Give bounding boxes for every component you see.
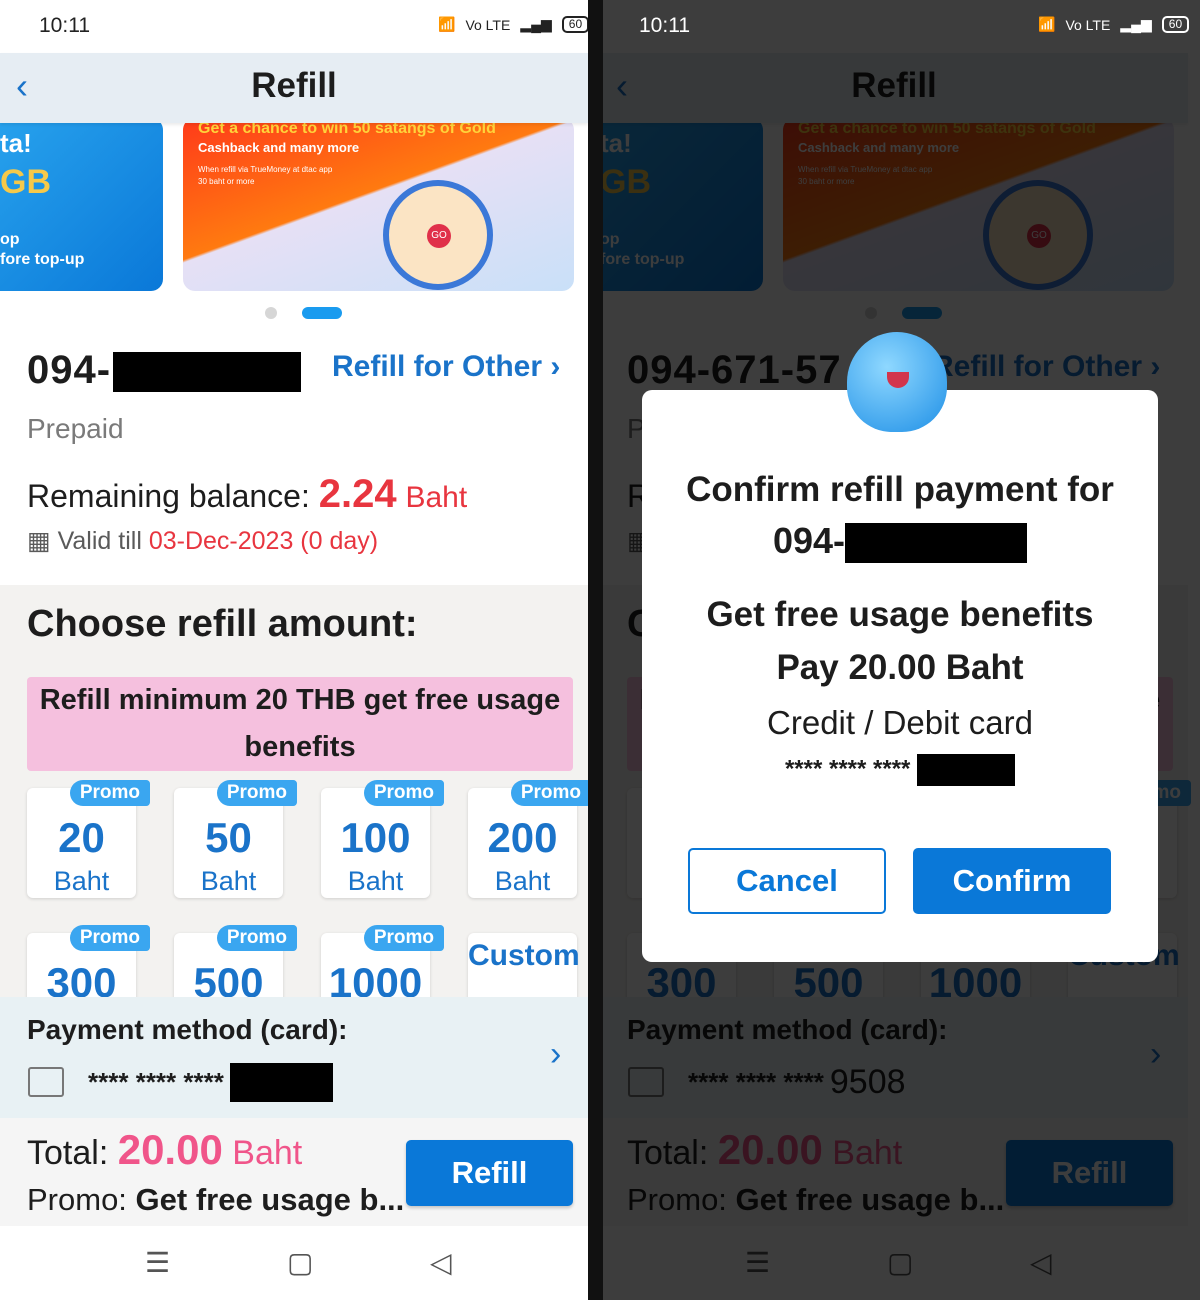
plan-type: Prepaid (27, 413, 124, 444)
tile-amount: 50 (205, 814, 252, 861)
promo-badge: Promo (69, 780, 150, 806)
clock: 10:11 (39, 14, 90, 37)
tile-amount: 100 (340, 814, 411, 861)
promo-badge: Promo (510, 780, 591, 806)
promo-info-banner: Refill minimum 20 THB get free usage ben… (27, 677, 573, 771)
tile-unit: Baht (200, 866, 257, 896)
clock: 10:11 (639, 14, 690, 37)
banner-subtitle: Cashback and many more (198, 140, 360, 155)
refill-amount-tile[interactable]: Promo 20 Baht (27, 780, 150, 898)
total-amount: Total: 20.00 Baht (27, 1126, 303, 1173)
banner-text: GB (0, 163, 51, 201)
tile-amount: 200 (487, 814, 558, 861)
signal-icon: ▂▄▆ (1120, 16, 1152, 32)
dialog-method: Credit / Debit card (767, 704, 1033, 741)
confirm-screen: 10:11 📶 Vo LTE ▂▄▆ 60 ‹ Refill ta! GB op… (600, 0, 1200, 1300)
tile-unit: Baht (494, 866, 551, 896)
refill-for-other-link[interactable]: Refill for Other › (332, 350, 560, 384)
volte-icon: Vo LTE (1065, 16, 1111, 33)
remaining-balance: Remaining balance: 2.24 Baht (27, 472, 468, 516)
credit-card-icon (28, 1067, 64, 1097)
refill-amount-tile[interactable]: Promo 50 Baht (174, 780, 297, 898)
app-header: ‹ Refill (0, 53, 588, 123)
dialog-title: Confirm refill payment for (686, 470, 1114, 509)
banner-text: ta! (0, 128, 32, 158)
promo-badge: Promo (216, 925, 297, 951)
battery-icon: 60 (1161, 16, 1190, 33)
wifi-icon: 📶 (1038, 16, 1056, 32)
dialog-card: **** **** **** (642, 754, 1158, 786)
promo-summary: Promo: Get free usage b... (27, 1182, 405, 1217)
payment-title: Payment method (card): (27, 1014, 348, 1045)
tile-unit: Baht (347, 866, 404, 896)
card-number: **** **** **** (88, 1063, 333, 1102)
page-title: Refill (251, 66, 337, 105)
refill-button[interactable]: Refill (406, 1140, 573, 1206)
banner-text: opfore top-up (0, 231, 85, 268)
promo-badge: Promo (216, 780, 297, 806)
refill-amount-tile[interactable]: Promo 200 Baht (468, 780, 591, 898)
screenshot-divider (588, 0, 603, 1300)
carousel-indicator (265, 307, 342, 319)
phone-number-text: 094- (27, 348, 112, 392)
section-title: Choose refill amount: (27, 603, 418, 645)
wifi-icon: 📶 (438, 16, 456, 32)
menu-icon[interactable]: ☰ (145, 1246, 170, 1279)
refill-amount-section: Choose refill amount: Refill minimum 20 … (0, 585, 591, 1043)
mascot-image (847, 332, 947, 432)
dialog-amount: Pay 20.00 Baht (776, 648, 1024, 687)
home-icon[interactable]: ▢ (287, 1246, 313, 1279)
refill-screen: 10:11 📶 Vo LTE ▂▄▆ 60 ‹ Refill ta! GB op… (0, 0, 600, 1300)
validity: ▦ Valid till 03-Dec-2023 (0 day) (27, 527, 379, 555)
volte-icon: Vo LTE (465, 16, 511, 33)
checkout-bar: Total: 20.00 Baht Promo: Get free usage … (0, 1118, 588, 1226)
battery-icon: 60 (561, 16, 590, 33)
chevron-right-icon[interactable]: › (550, 1035, 561, 1074)
refill-amount-tile[interactable]: Promo 100 Baht (321, 780, 444, 898)
promo-badge: Promo (363, 925, 444, 951)
status-bar: 10:11 📶 Vo LTE ▂▄▆ 60 (600, 0, 1200, 53)
banner-small-text: When refill via TrueMoney at dtac app 30… (198, 165, 333, 186)
system-nav-bar: ☰ ▢ ◁ (0, 1226, 600, 1300)
dialog-phone: 094- (642, 520, 1158, 564)
redaction (917, 754, 1016, 786)
dialog-benefit: Get free usage benefits (706, 595, 1094, 634)
confirm-dialog: Confirm refill payment for 094- Get free… (642, 332, 1158, 962)
payment-method[interactable]: Payment method (card): **** **** **** › (0, 997, 588, 1118)
phone-number: 094- (27, 348, 302, 393)
status-bar: 10:11 📶 Vo LTE ▂▄▆ 60 (0, 0, 600, 53)
tile-amount: 20 (58, 814, 105, 861)
carousel-dot-active[interactable] (302, 307, 342, 319)
signal-icon: ▂▄▆ (520, 16, 552, 32)
prize-wheel-image (383, 180, 493, 290)
redaction (113, 352, 302, 393)
carousel-dot[interactable] (265, 307, 277, 319)
calendar-icon: ▦ (27, 527, 58, 555)
promo-banner-data[interactable]: ta! GB opfore top-up (0, 118, 163, 291)
tile-unit: Baht (53, 866, 110, 896)
redaction (229, 1063, 333, 1102)
back-nav-icon[interactable]: ◁ (430, 1246, 452, 1279)
cancel-button[interactable]: Cancel (688, 848, 886, 914)
promo-badge: Promo (69, 925, 150, 951)
redaction (845, 523, 1028, 564)
promo-badge: Promo (363, 780, 444, 806)
confirm-button[interactable]: Confirm (913, 848, 1111, 914)
custom-amount-label: Custom (468, 939, 580, 972)
promo-banner-gold[interactable]: Get a chance to win 50 satangs of Gold C… (183, 118, 574, 291)
